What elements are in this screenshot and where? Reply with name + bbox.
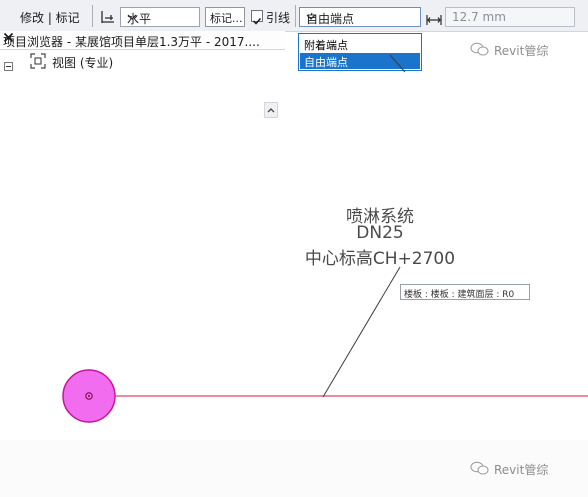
drawing-canvas[interactable]	[0, 0, 588, 497]
hover-tooltip: 楼板 : 楼板 : 建筑面层 : R0	[400, 284, 530, 300]
watermark-text: Revit管综	[494, 463, 549, 477]
wechat-icon	[470, 42, 490, 61]
pipe-center-dot	[88, 395, 90, 397]
tag-text-size[interactable]: DN25	[300, 223, 460, 243]
leader-line-fragment	[389, 54, 406, 73]
watermark-text: Revit管综	[494, 44, 549, 58]
tag-text-elevation[interactable]: 中心标高CH+2700	[300, 244, 460, 269]
wechat-icon	[470, 461, 490, 480]
tag-leader-line[interactable]	[322, 266, 401, 398]
